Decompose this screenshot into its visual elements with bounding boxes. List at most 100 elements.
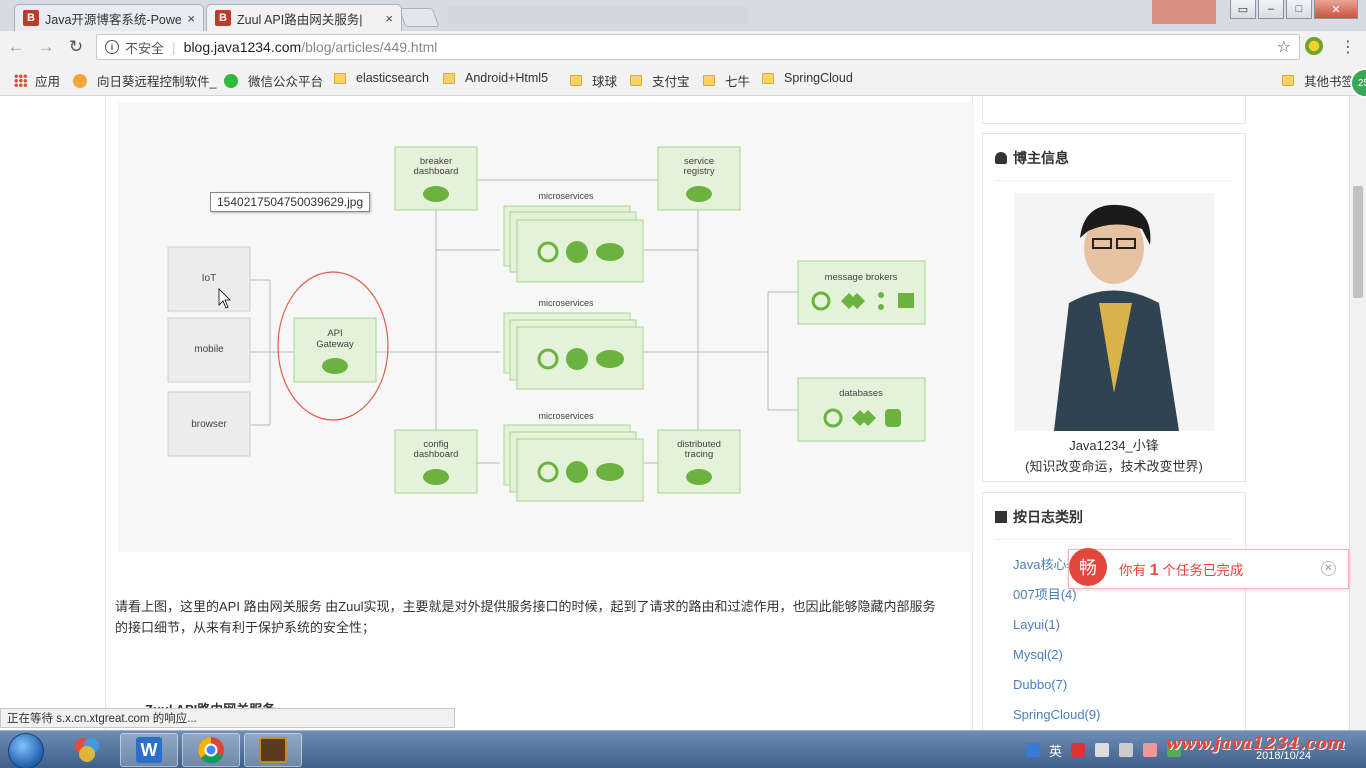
bookmark-qiniu[interactable]: 七牛 [703, 71, 750, 90]
category-link[interactable]: SpringCloud(9) [1013, 700, 1245, 730]
article-image[interactable]: IoT mobile browser API Gateway breaker d… [118, 102, 974, 552]
page-viewport: IoT mobile browser API Gateway breaker d… [0, 96, 1366, 730]
close-window-icon[interactable]: ✕ [1314, 0, 1358, 19]
microservices-label: microservices [538, 411, 594, 421]
app-logo-icon: 畅 [1069, 548, 1107, 586]
client-label: browser [191, 419, 227, 430]
back-arrow-icon[interactable]: ← [2, 33, 30, 61]
taskbar-app-word[interactable]: W [120, 733, 178, 767]
config-dashboard-box: config dashboard [394, 429, 478, 494]
bookmark-label: 向日葵远程控制软件_ [97, 75, 217, 89]
bookmark-android[interactable]: Android+Html5 [443, 71, 548, 85]
browser-toolbar: ← → ↻ i 不安全 | blog.java1234.com /blog/ar… [0, 31, 1366, 63]
blurred-red-button [1152, 0, 1216, 24]
search-tray-icon[interactable] [1025, 743, 1040, 757]
kafka-icon [878, 292, 884, 298]
client-iot: IoT [167, 246, 251, 312]
architecture-diagram: IoT mobile browser API Gateway breaker d… [167, 146, 926, 502]
box-label: message brokers [825, 272, 898, 283]
page-scrollbar[interactable] [1349, 96, 1366, 730]
tab-zuul-article[interactable]: B Zuul API路由网关服务| × [206, 4, 402, 31]
taskbar-app-recorder[interactable] [244, 733, 302, 767]
menu-dots-icon[interactable]: ⋮ [1340, 37, 1356, 57]
spring-leaf-icon [596, 463, 624, 481]
forward-arrow-icon[interactable]: → [32, 33, 60, 61]
spring-leaf-icon [423, 469, 449, 485]
network-icon[interactable] [1095, 743, 1109, 757]
power-icon [566, 348, 588, 370]
blogger-photo [1014, 193, 1214, 431]
bookmark-label: 微信公众平台 [248, 75, 324, 89]
gateway-label-2: Gateway [316, 339, 354, 350]
extension-icon[interactable] [1305, 37, 1323, 55]
close-icon[interactable]: × [187, 11, 195, 26]
address-bar[interactable]: i 不安全 | blog.java1234.com /blog/articles… [96, 34, 1300, 60]
client-label: IoT [202, 273, 216, 284]
bookmark-label: 其他书签 [1304, 75, 1355, 89]
bookmark-label: 支付宝 [652, 75, 690, 89]
ime-indicator[interactable]: 英 [1049, 741, 1062, 760]
taskbar: W 英 [0, 730, 1366, 768]
start-button[interactable] [8, 733, 44, 768]
bookmark-star-icon[interactable]: ☆ [1277, 37, 1291, 57]
avatar[interactable] [1014, 193, 1214, 431]
bookmark-apps[interactable]: 应用 [14, 71, 60, 90]
close-icon[interactable]: × [385, 11, 393, 26]
category-link[interactable]: Mysql(2) [1013, 640, 1245, 670]
spring-leaf-icon [423, 186, 449, 202]
service-registry-box: service registry [657, 146, 741, 211]
bookmark-elasticsearch[interactable]: elasticsearch [334, 71, 429, 85]
folder-icon [334, 72, 346, 84]
maximize-icon[interactable]: □ [1286, 0, 1312, 19]
wechat-icon [224, 73, 238, 88]
bookmark-sunflower[interactable]: 向日葵远程控制软件_ [73, 71, 216, 90]
reload-icon[interactable]: ↻ [62, 33, 90, 61]
distributed-tracing-box: distributed tracing [657, 429, 741, 494]
spring-leaf-icon [596, 350, 624, 368]
taskbar-app-chrome[interactable] [182, 733, 240, 767]
microservices-group-3: microservices [503, 411, 644, 502]
gateway-label-1: API [327, 328, 342, 339]
bookmark-qiuqiu[interactable]: 球球 [570, 71, 617, 90]
bookmark-wechat[interactable]: 微信公众平台 [224, 71, 323, 90]
new-tab-button[interactable] [398, 8, 440, 27]
blogger-motto: (知识改变命运，技术改变世界) [1025, 459, 1203, 474]
device-icon[interactable] [1119, 743, 1133, 757]
spring-leaf-icon [322, 358, 348, 374]
panel-title-text: 按日志类别 [1013, 509, 1083, 525]
bookmark-alipay[interactable]: 支付宝 [630, 71, 690, 90]
microservices-group-2: microservices [503, 298, 644, 390]
info-icon[interactable]: i [105, 40, 119, 54]
blogger-info-panel: 博主信息 Java1234_小锋 (知识改变命运，技术改变世界) [982, 133, 1246, 482]
bookmark-springcloud[interactable]: SpringCloud [762, 71, 853, 85]
bookmarks-bar: 应用 向日葵远程控制软件_ 微信公众平台 elasticsearch Andro… [0, 63, 1366, 96]
antivirus-icon[interactable] [1071, 743, 1085, 757]
insecure-label: 不安全 [125, 40, 165, 56]
category-link[interactable]: Dubbo(7) [1013, 670, 1245, 700]
taskbar-app-paint[interactable] [58, 733, 116, 767]
folder-icon [630, 75, 642, 86]
tab-title: Zuul API路由网关服务| [237, 12, 363, 27]
spring-leaf-icon [686, 469, 712, 485]
printer-icon[interactable] [1143, 743, 1157, 757]
user-icon[interactable]: ▭ [1230, 0, 1256, 19]
close-icon[interactable]: ✕ [1321, 561, 1336, 576]
bookmark-label: SpringCloud [784, 71, 853, 85]
category-link[interactable]: Layui(1) [1013, 610, 1245, 640]
bookmark-label: 应用 [35, 75, 61, 89]
tab-java-blog[interactable]: B Java开源博客系统-Powe × [14, 4, 204, 31]
message-brokers-box: message brokers [797, 260, 926, 325]
scrollbar-thumb[interactable] [1353, 186, 1363, 298]
url-path: /blog/articles/449.html [301, 39, 438, 55]
task-notification[interactable]: 畅 你有 1 个任务已完成 ✕ [1068, 548, 1349, 589]
bookmark-other[interactable]: 其他书签 [1282, 71, 1354, 90]
separator: | [172, 39, 176, 55]
database-icon [885, 409, 901, 427]
spring-leaf-icon [596, 243, 624, 261]
folder-icon [1282, 75, 1294, 86]
client-mobile: mobile [167, 317, 251, 383]
notification-suffix: 个任务已完成 [1158, 562, 1244, 578]
microservices-group-1: microservices [503, 191, 644, 283]
minimize-icon[interactable]: – [1258, 0, 1284, 19]
folder-icon [570, 75, 582, 86]
